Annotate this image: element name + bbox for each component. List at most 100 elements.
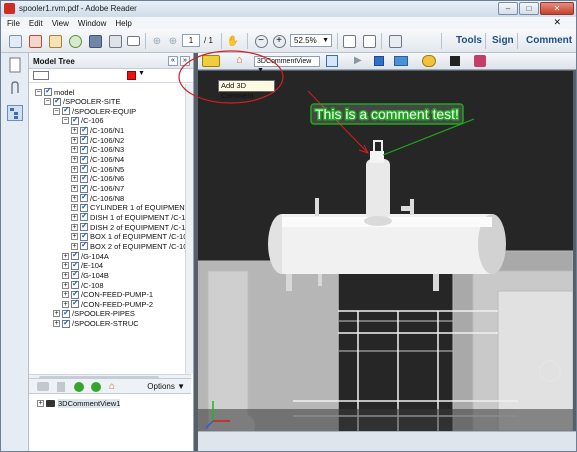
tree-node[interactable]: + /C-106/N6 <box>71 173 124 184</box>
expand-icon[interactable]: + <box>71 223 78 231</box>
tree-node[interactable]: + /C-108 <box>62 279 104 290</box>
tree-node[interactable]: + DISH 1 of EQUIPMENT /C-106 <box>71 211 191 222</box>
3d-canvas[interactable]: This is a comment test! <box>198 71 573 431</box>
print-icon[interactable] <box>107 33 123 49</box>
page-number-input[interactable]: 1 <box>182 34 200 47</box>
tree-node[interactable]: + /C-106/N2 <box>71 134 124 145</box>
minimize-button[interactable]: – <box>498 2 518 15</box>
view-up-icon[interactable] <box>74 382 84 392</box>
create-pdf-red-icon[interactable] <box>27 33 43 49</box>
options-menu[interactable]: Options ▼ <box>147 382 185 391</box>
expand-icon[interactable]: + <box>71 204 78 212</box>
play-animation-icon[interactable]: ▶ <box>354 55 362 66</box>
menu-view[interactable]: View <box>52 19 69 28</box>
attachments-icon[interactable] <box>7 81 23 97</box>
view-expand-icon[interactable]: + <box>37 400 44 407</box>
maximize-button[interactable]: □ <box>519 2 539 15</box>
collapse-icon[interactable]: − <box>35 88 42 96</box>
previous-page-icon[interactable]: ⊕ <box>149 33 165 49</box>
expand-icon[interactable]: + <box>62 291 69 299</box>
comment-pane-button[interactable]: Comment <box>526 35 572 46</box>
expand-icon[interactable]: + <box>71 156 78 164</box>
zoom-in-icon[interactable]: + <box>271 33 287 49</box>
visibility-checkbox[interactable] <box>62 318 70 328</box>
tree-options-icon[interactable] <box>33 71 49 80</box>
tree-node[interactable]: + /C-106/N4 <box>71 154 124 165</box>
expand-icon[interactable]: + <box>71 194 78 202</box>
create-pdf-icon[interactable] <box>7 33 23 49</box>
lighting-icon[interactable] <box>422 55 436 67</box>
render-mode-icon[interactable] <box>394 56 408 66</box>
expand-icon[interactable]: + <box>53 310 60 318</box>
visibility-checkbox[interactable] <box>80 240 88 251</box>
expand-icon[interactable]: + <box>71 165 78 173</box>
fit-page-icon[interactable] <box>341 33 357 49</box>
sign-tool-icon[interactable] <box>387 33 403 49</box>
background-color-icon[interactable] <box>450 56 460 66</box>
tree-node[interactable]: + /SPOOLER-STRUC <box>53 318 139 329</box>
tree-node[interactable]: + DISH 2 of EQUIPMENT /C-106 <box>71 221 191 232</box>
cloud-upload-icon[interactable] <box>67 33 83 49</box>
view-down-icon[interactable] <box>91 382 101 392</box>
expand-icon[interactable]: + <box>71 136 78 144</box>
add-file-icon[interactable] <box>47 33 63 49</box>
close-document-icon[interactable]: ✕ <box>553 17 561 28</box>
model-tree-icon[interactable] <box>7 105 23 121</box>
tree-node[interactable]: + /C-106/N1 <box>71 125 124 136</box>
projection-icon[interactable] <box>374 56 384 66</box>
tree-node[interactable]: + /E-104 <box>62 260 103 271</box>
cross-section-icon[interactable] <box>474 55 486 67</box>
menu-edit[interactable]: Edit <box>29 19 43 28</box>
page-thumbnails-icon[interactable] <box>7 57 23 73</box>
expand-icon[interactable]: + <box>71 242 78 250</box>
collapse-icon[interactable]: − <box>44 98 51 106</box>
visibility-checkbox[interactable] <box>53 96 61 106</box>
tree-node[interactable]: + /CON-FEED-PUMP-2 <box>62 298 153 309</box>
menu-help[interactable]: Help <box>115 19 131 28</box>
expand-icon[interactable]: + <box>62 262 69 270</box>
expand-icon[interactable]: + <box>71 127 78 135</box>
tree-node[interactable]: + /G-104B <box>62 269 109 280</box>
tree-node[interactable]: + /C-106/N7 <box>71 183 124 194</box>
view-list-item[interactable]: + 3DCommentView1 <box>37 399 121 408</box>
tree-node[interactable]: + BOX 2 of EQUIPMENT /C-106 <box>71 240 191 251</box>
tree-node[interactable]: + /C-106/N3 <box>71 144 124 155</box>
expand-icon[interactable]: + <box>62 300 69 308</box>
visibility-checkbox[interactable] <box>71 298 79 309</box>
tools-pane-button[interactable]: Tools <box>456 35 482 46</box>
3d-comment-label[interactable]: This is a comment test! <box>310 103 464 125</box>
expand-icon[interactable]: + <box>53 320 60 328</box>
zoom-select[interactable]: 52.5% ▼ <box>290 34 332 47</box>
tree-node[interactable]: + CYLINDER 1 of EQUIPMENT /C <box>71 202 191 213</box>
email-icon[interactable] <box>125 33 141 49</box>
sign-pane-button[interactable]: Sign <box>492 35 514 46</box>
expand-icon[interactable]: + <box>71 185 78 192</box>
expand-icon[interactable]: + <box>71 213 78 221</box>
model-tree-toggle-icon[interactable] <box>326 55 338 67</box>
expand-icon[interactable]: + <box>62 271 69 279</box>
tree-node[interactable]: + /C-106/N8 <box>71 192 124 203</box>
save-icon[interactable] <box>87 33 103 49</box>
close-window-button[interactable]: ✕ <box>540 2 574 15</box>
tree-node[interactable]: + /G-104A <box>62 250 109 261</box>
visibility-checkbox[interactable] <box>62 105 70 116</box>
camera-icon[interactable] <box>37 382 49 391</box>
menu-file[interactable]: File <box>7 19 20 28</box>
tree-node[interactable]: + /C-106/N5 <box>71 163 124 174</box>
full-screen-icon[interactable] <box>361 33 377 49</box>
menu-window[interactable]: Window <box>78 19 106 28</box>
expand-icon[interactable]: + <box>71 146 78 154</box>
zoom-out-icon[interactable]: − <box>253 33 269 49</box>
collapse-icon[interactable]: − <box>62 117 69 125</box>
expand-icon[interactable]: + <box>62 252 69 260</box>
expand-icon[interactable]: + <box>71 175 78 183</box>
delete-view-icon[interactable] <box>57 382 65 392</box>
color-dropdown-icon[interactable]: ▼ <box>138 70 145 77</box>
next-page-icon[interactable]: ⊕ <box>165 33 181 49</box>
collapse-icon[interactable]: − <box>53 107 60 115</box>
expand-icon[interactable]: + <box>62 281 69 289</box>
tree-node[interactable]: − /SPOOLER-EQUIP <box>53 105 136 116</box>
visibility-checkbox[interactable] <box>71 115 79 125</box>
hand-tool-icon[interactable]: ✋ <box>225 33 241 49</box>
tree-node[interactable]: − /SPOOLER-SITE <box>44 96 121 107</box>
